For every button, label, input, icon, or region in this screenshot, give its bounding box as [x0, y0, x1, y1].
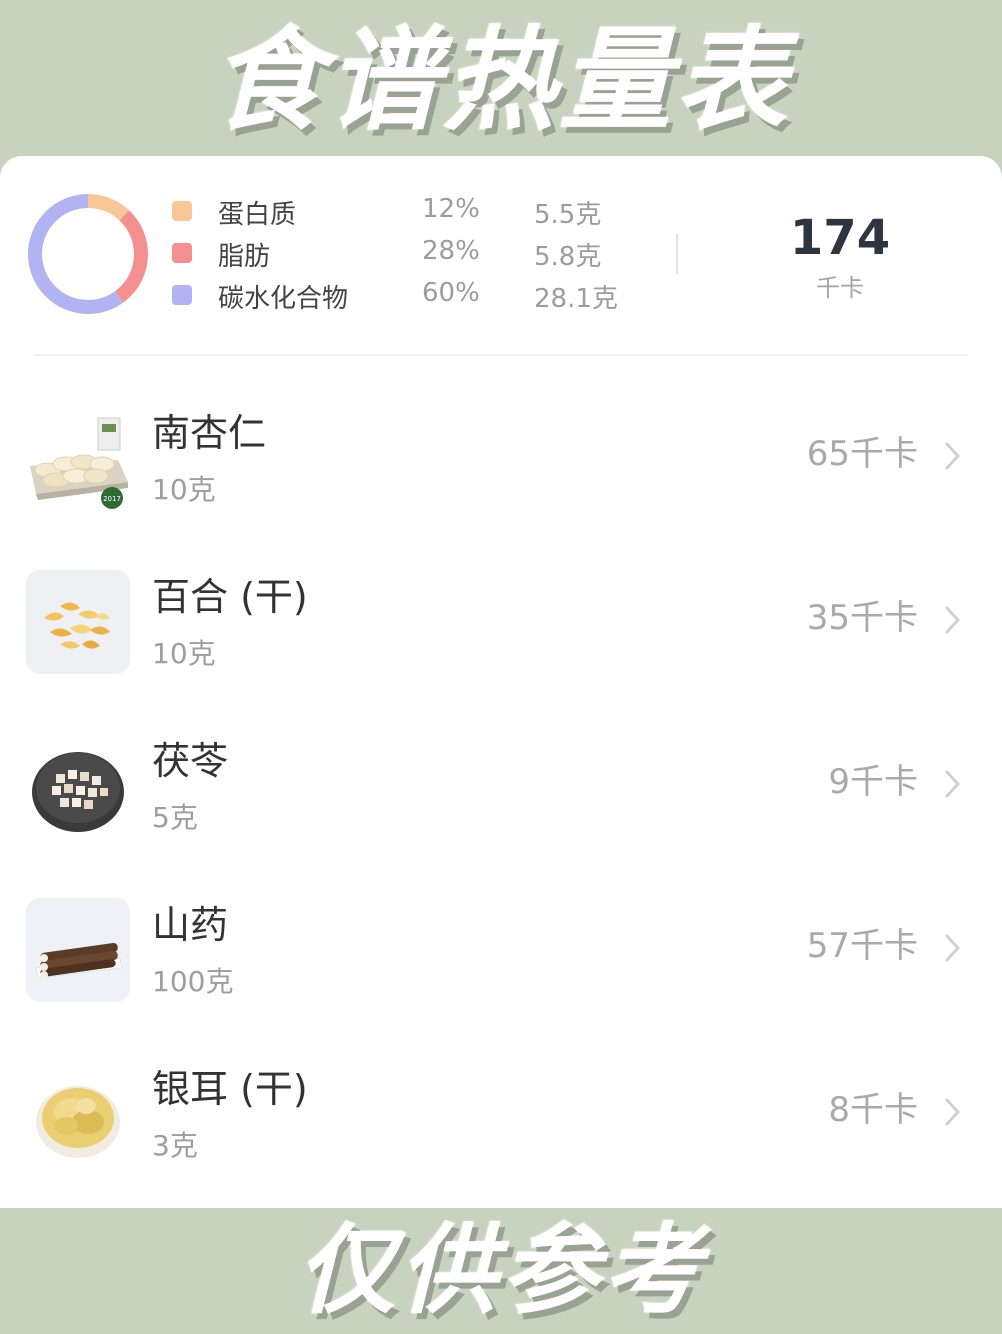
chevron-right-icon [945, 770, 960, 798]
total-kcal-value: 174 [789, 210, 891, 266]
bottom-banner-title: 仅供参考 [296, 1214, 705, 1328]
nutrient-name: 脂肪 [218, 242, 271, 272]
food-amount: 10克 [152, 637, 216, 670]
nutrient-name: 碳水化合物 [218, 284, 349, 314]
food-kcal: 57千卡 [806, 926, 918, 966]
nutrient-percent: 28% [422, 236, 480, 266]
food-row-almond[interactable]: 2017 南杏仁 10克 65千卡 [0, 376, 1002, 540]
recipe-card: 蛋白质 12% 5.5克 脂肪 28% 5.8克 碳水化合物 60% 28.1克… [0, 156, 1002, 1208]
protein-color-dot [172, 201, 192, 221]
food-name: 南杏仁 [152, 411, 267, 455]
food-amount: 10克 [152, 473, 216, 506]
food-kcal: 8千卡 [828, 1090, 918, 1130]
chevron-right-icon [945, 1098, 960, 1126]
macro-donut-chart [28, 194, 148, 314]
food-name: 百合 (干) [152, 575, 308, 619]
food-row-dried-lily[interactable]: 百合 (干) 10克 35千卡 [0, 540, 1002, 704]
chevron-right-icon [945, 442, 960, 470]
food-row-yam[interactable]: 山药 100克 57千卡 [0, 868, 1002, 1032]
food-kcal: 35千卡 [806, 598, 918, 638]
food-kcal: 65千卡 [806, 434, 918, 474]
nutrient-percent: 60% [422, 278, 480, 308]
nutrient-amount: 28.1克 [534, 284, 618, 314]
food-name: 银耳 (干) [152, 1067, 308, 1111]
dried-lily-image [26, 570, 130, 674]
food-kcal: 9千卡 [828, 762, 918, 802]
chevron-right-icon [945, 934, 960, 962]
food-name: 茯苓 [152, 739, 229, 783]
legend-row-carbs: 碳水化合物 60% 28.1克 [172, 276, 642, 316]
white-fungus-image [26, 1062, 130, 1166]
yam-image [26, 898, 130, 1002]
food-amount: 3克 [152, 1129, 198, 1162]
food-row-white-fungus[interactable]: 银耳 (干) 3克 8千卡 [0, 1032, 1002, 1196]
nutrient-amount: 5.5克 [534, 200, 602, 230]
food-row-poria[interactable]: 茯苓 5克 9千卡 [0, 704, 1002, 868]
chevron-right-icon [945, 606, 960, 634]
nutrient-amount: 5.8克 [534, 242, 602, 272]
svg-text:2017: 2017 [103, 495, 121, 503]
food-name: 山药 [152, 903, 229, 947]
carbs-color-dot [172, 285, 192, 305]
legend-row-protein: 蛋白质 12% 5.5克 [172, 192, 642, 232]
food-amount: 100克 [152, 965, 234, 998]
summary-separator [34, 354, 968, 356]
total-kcal-unit: 千卡 [816, 274, 864, 302]
nutrient-percent: 12% [422, 194, 480, 224]
nutrient-name: 蛋白质 [218, 200, 297, 230]
top-banner-title: 食谱热量表 [211, 16, 791, 146]
food-amount: 5克 [152, 801, 198, 834]
legend-row-fat: 脂肪 28% 5.8克 [172, 234, 642, 274]
summary-divider [676, 234, 678, 274]
almond-image: 2017 [26, 406, 130, 510]
poria-image [26, 734, 130, 838]
fat-color-dot [172, 243, 192, 263]
